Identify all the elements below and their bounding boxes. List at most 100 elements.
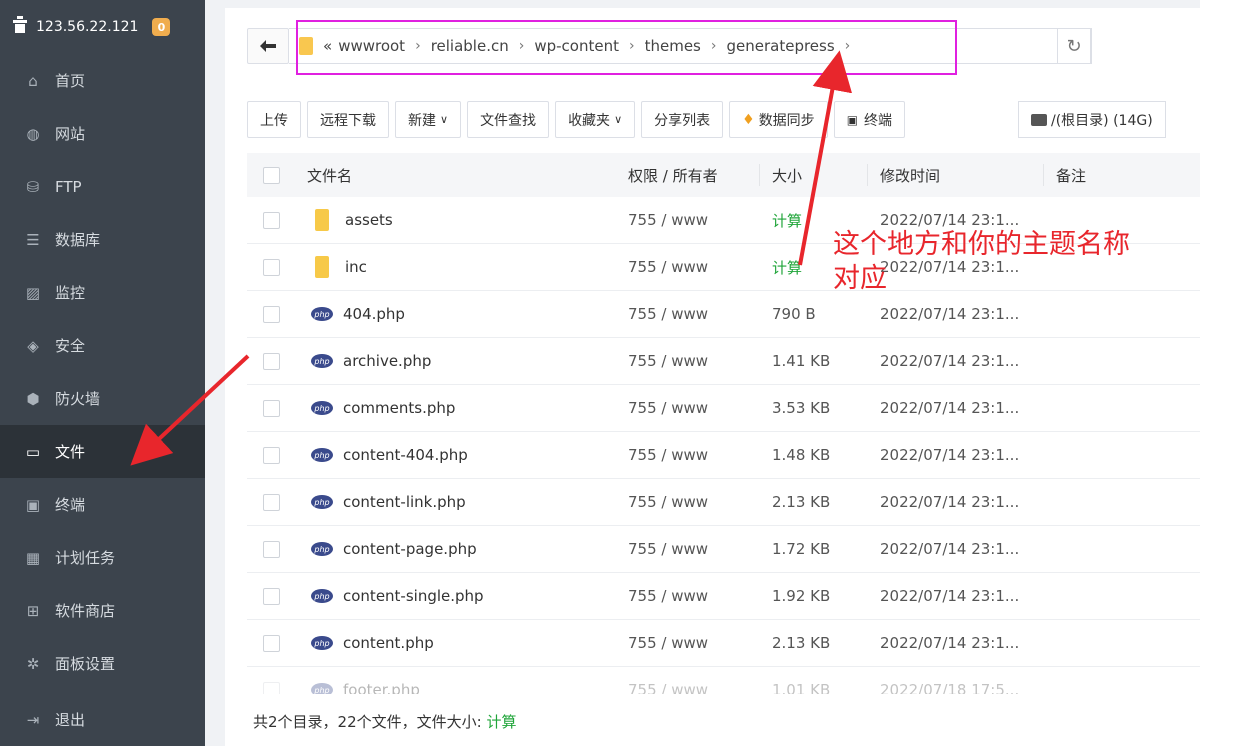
select-all-checkbox[interactable] [263,166,280,184]
header-perm[interactable]: 权限 / 所有者 [628,165,759,186]
row-checkbox[interactable] [263,587,280,605]
sidebar-item-database[interactable]: ☰ 数据库 [0,213,205,266]
table-row[interactable]: php content-single.php 755 / www 1.92 KB 202… [247,573,1200,620]
file-perm[interactable]: 755 / www [628,446,759,464]
new-button[interactable]: 新建 ∨ [395,101,462,138]
sidebar-item-label: 退出 [55,711,86,729]
file-size: 1.72 KB [772,540,831,558]
file-name[interactable]: content-link.php [343,493,466,511]
sidebar-item-logout[interactable]: ⇥ 退出 [0,693,205,746]
sidebar-item-firewall[interactable]: ⬢ 防火墙 [0,372,205,425]
table-row[interactable]: php 404.php 755 / www 790 B 2022/07/14 23:1.… [247,291,1200,338]
file-perm[interactable]: 755 / www [628,681,759,694]
table-row[interactable]: php content-page.php 755 / www 1.72 KB 2022/… [247,526,1200,573]
table-header: 文件名 权限 / 所有者 大小 修改时间 备注 [247,153,1200,197]
header-name[interactable]: 文件名 [307,165,628,186]
table-row[interactable]: php content-link.php 755 / www 2.13 KB 2022/… [247,479,1200,526]
sidebar-item-terminal[interactable]: ▣ 终端 [0,478,205,531]
file-mtime: 2022/07/14 23:1... [880,352,1020,370]
row-checkbox[interactable] [263,211,280,229]
annotation-line-1: 这个地方和你的主题名称 [833,229,1130,260]
sidebar-item-label: 监控 [55,284,86,302]
shield-check-icon: ◈ [27,336,39,355]
file-name[interactable]: 404.php [343,305,405,323]
file-name[interactable]: archive.php [343,352,431,370]
file-perm[interactable]: 755 / www [628,587,759,605]
back-button[interactable] [247,28,289,64]
header-mtime[interactable]: 修改时间 [868,165,1043,186]
table-row[interactable]: php comments.php 755 / www 3.53 KB 2022/07/1… [247,385,1200,432]
sidebar-item-label: 文件 [55,443,86,461]
row-checkbox[interactable] [263,681,280,694]
file-perm[interactable]: 755 / www [628,305,759,323]
new-label: 新建 [408,112,436,129]
file-name[interactable]: content-404.php [343,446,468,464]
file-perm[interactable]: 755 / www [628,258,759,276]
php-file-icon: php [311,636,333,650]
share-list-button[interactable]: 分享列表 [641,101,724,138]
file-search-button[interactable]: 文件查找 [467,101,550,138]
file-perm[interactable]: 755 / www [628,634,759,652]
footer-calc-link[interactable]: 计算 [486,713,516,731]
data-sync-button[interactable]: ♦ 数据同步 [729,101,828,138]
file-name[interactable]: assets [345,211,393,229]
header-size[interactable]: 大小 [760,165,867,186]
row-checkbox[interactable] [263,446,280,464]
sidebar-item-globe[interactable]: ◍ 网站 [0,107,205,160]
file-mtime: 2022/07/14 23:1... [880,211,1020,229]
footer-summary: 共2个目录，22个文件，文件大小: 计算 [253,711,516,732]
sidebar-item-home[interactable]: ⌂ 首页 [0,54,205,107]
refresh-icon: ↻ [1066,35,1082,57]
file-name[interactable]: content-page.php [343,540,477,558]
file-name[interactable]: inc [345,258,367,276]
layout-right-margin [1200,0,1242,746]
annotation-text: 这个地方和你的主题名称 对应 [833,228,1130,296]
row-checkbox[interactable] [263,493,280,511]
file-perm[interactable]: 755 / www [628,493,759,511]
row-checkbox[interactable] [263,634,280,652]
file-perm[interactable]: 755 / www [628,399,759,417]
row-checkbox[interactable] [263,399,280,417]
chevron-down-icon: ∨ [440,113,449,126]
remote-download-button[interactable]: 远程下载 [307,101,389,138]
file-name[interactable]: footer.php [343,681,420,694]
sidebar-item-shield-check[interactable]: ◈ 安全 [0,319,205,372]
refresh-button[interactable]: ↻ [1057,28,1091,64]
sidebar-item-ftp[interactable]: ⛁ FTP [0,160,205,213]
notification-badge[interactable]: 0 [152,18,171,36]
file-perm[interactable]: 755 / www [628,211,759,229]
row-checkbox[interactable] [263,258,280,276]
favorites-button[interactable]: 收藏夹 ∨ [555,101,636,138]
table-row[interactable]: php footer.php 755 / www 1.01 KB 2022/07/18 … [247,667,1200,694]
file-name[interactable]: comments.php [343,399,455,417]
terminal-button[interactable]: ▣ 终端 [833,101,906,138]
sidebar-item-gear[interactable]: ✲ 面板设置 [0,637,205,690]
disk-button[interactable]: /(根目录) (14G) [1018,101,1166,138]
file-mtime: 2022/07/14 23:1... [880,305,1020,323]
table-row[interactable]: php content.php 755 / www 2.13 KB 2022/07/14… [247,620,1200,667]
row-checkbox[interactable] [263,540,280,558]
file-size: 790 B [772,305,816,323]
file-mtime: 2022/07/14 23:1... [880,540,1020,558]
calendar-icon: ▦ [25,548,41,567]
table-row[interactable]: php archive.php 755 / www 1.41 KB 2022/07/14… [247,338,1200,385]
row-checkbox[interactable] [263,352,280,370]
sidebar-item-monitor[interactable]: ▨ 监控 [0,266,205,319]
layout-gap [205,0,225,746]
php-file-icon: php [311,542,333,556]
php-file-icon: php [311,401,333,415]
file-perm[interactable]: 755 / www [628,352,759,370]
file-name[interactable]: content.php [343,634,434,652]
sidebar-item-apps[interactable]: ⊞ 软件商店 [0,584,205,637]
firewall-icon: ⬢ [26,389,40,408]
row-checkbox[interactable] [263,305,280,323]
file-perm[interactable]: 755 / www [628,540,759,558]
table-row[interactable]: php content-404.php 755 / www 1.48 KB 2022/0… [247,432,1200,479]
upload-button[interactable]: 上传 [247,101,301,138]
footer-summary-text: 共2个目录，22个文件，文件大小: [253,713,482,731]
sidebar-item-folder[interactable]: ▭ 文件 [0,425,205,478]
home-icon: ⌂ [28,71,38,90]
sidebar-item-calendar[interactable]: ▦ 计划任务 [0,531,205,584]
file-name[interactable]: content-single.php [343,587,484,605]
gear-icon: ✲ [26,654,40,673]
